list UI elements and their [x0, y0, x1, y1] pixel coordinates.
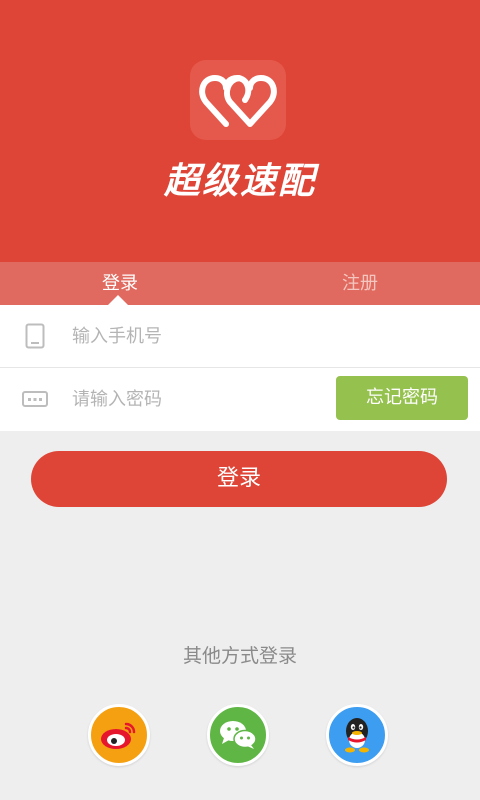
- qq-icon: [345, 718, 369, 753]
- forgot-password-button[interactable]: 忘记密码: [336, 376, 468, 420]
- app-name: 超级速配: [163, 161, 316, 202]
- qq-login-button[interactable]: [326, 704, 388, 766]
- other-login-label: 其他方式登录: [182, 645, 297, 667]
- header: 超级速配: [0, 0, 480, 262]
- wechat-icon: [220, 721, 257, 749]
- app-logo: [190, 60, 286, 140]
- weibo-login-button[interactable]: [88, 704, 150, 766]
- weibo-icon: [101, 722, 136, 749]
- password-input[interactable]: [72, 380, 322, 418]
- login-form: 忘记密码: [0, 305, 480, 431]
- tab-register[interactable]: 注册: [240, 262, 480, 305]
- login-button[interactable]: 登录: [31, 451, 447, 507]
- keyboard-icon: [22, 385, 48, 413]
- tab-bar: 登录 注册: [0, 262, 480, 305]
- phone-input[interactable]: [72, 317, 322, 355]
- double-heart-logo-icon: [199, 75, 277, 127]
- password-row: 忘记密码: [0, 368, 480, 430]
- phone-icon: [22, 322, 48, 350]
- phone-row: [0, 305, 480, 368]
- active-tab-indicator: [108, 295, 128, 305]
- wechat-login-button[interactable]: [207, 704, 269, 766]
